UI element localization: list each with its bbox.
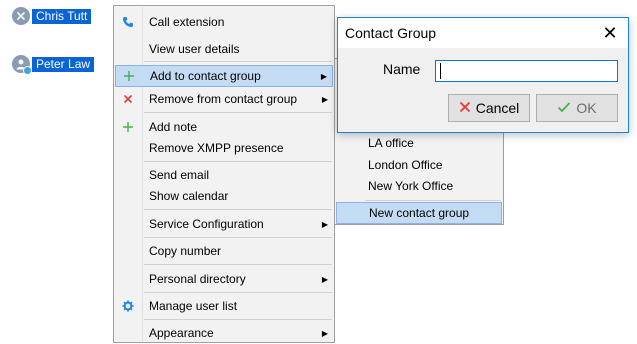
submenu-item-new-contact-group[interactable]: New contact group (336, 202, 502, 224)
menu-item-label: Service Configuration (149, 217, 264, 231)
menu-item-remove-xmpp-presence[interactable]: Remove XMPP presence (115, 137, 333, 159)
menu-item-add-to-contact-group[interactable]: Add to contact group ▶ (115, 65, 333, 87)
submenu-arrow-icon: ▶ (321, 328, 329, 338)
plus-icon (116, 65, 142, 87)
submenu-arrow-icon: ▶ (321, 219, 329, 229)
name-label: Name (383, 61, 421, 77)
user-name: Chris Tutt (32, 8, 92, 24)
menu-separator (144, 264, 332, 265)
text-caret (440, 63, 441, 79)
menu-item-add-note[interactable]: Add note (115, 116, 333, 138)
menu-item-label: Personal directory (149, 272, 246, 286)
menu-item-label: Appearance (149, 326, 214, 340)
phone-icon (115, 11, 141, 33)
close-icon[interactable]: ✕ (592, 18, 628, 48)
user-entry-chris-tutt[interactable]: Chris Tutt (12, 7, 92, 25)
x-icon (115, 88, 141, 110)
menu-separator (144, 237, 332, 238)
x-icon (459, 100, 471, 117)
avatar (12, 7, 30, 25)
menu-item-label: View user details (149, 42, 240, 56)
menu-separator (144, 161, 332, 162)
contact-group-dialog: Contact Group ✕ Name Cancel OK (337, 17, 629, 133)
checkmark-icon (557, 100, 571, 117)
gear-icon (115, 295, 141, 317)
user-entry-peter-law[interactable]: Peter Law (12, 55, 95, 75)
menu-item-label: Show calendar (149, 189, 229, 203)
close-icon (17, 12, 25, 20)
submenu-arrow-icon: ▶ (320, 71, 328, 81)
cancel-button[interactable]: Cancel (448, 94, 530, 122)
menu-separator (144, 112, 332, 113)
menu-separator (144, 319, 332, 320)
avatar (12, 55, 32, 75)
dialog-titlebar: Contact Group ✕ (338, 18, 628, 48)
menu-item-label: Add to contact group (150, 69, 261, 83)
dialog-title: Contact Group (345, 25, 437, 41)
menu-item-call-extension[interactable]: Call extension (115, 11, 333, 33)
submenu-separator (365, 200, 501, 201)
menu-item-appearance[interactable]: Appearance ▶ (115, 322, 333, 344)
menu-item-label: Copy number (149, 244, 222, 258)
menu-item-remove-from-contact-group[interactable]: Remove from contact group ▶ (115, 88, 333, 110)
menu-item-label: Send email (149, 168, 210, 182)
context-menu: Call extension View user details Add to … (113, 5, 335, 343)
submenu-item-label: London Office (368, 158, 443, 172)
menu-item-label: Add note (149, 120, 198, 134)
menu-item-label: Manage user list (149, 299, 238, 313)
submenu-item-label: LA office (368, 136, 414, 150)
menu-separator (144, 61, 332, 62)
submenu-item-label: New York Office (368, 179, 454, 193)
menu-item-label: Remove from contact group (149, 92, 298, 106)
menu-item-manage-user-list[interactable]: Manage user list (115, 295, 333, 317)
user-name: Peter Law (32, 56, 95, 72)
ok-button[interactable]: OK (536, 94, 618, 122)
menu-item-label: Remove XMPP presence (149, 141, 284, 155)
submenu-item-new-york-office[interactable]: New York Office (336, 175, 502, 197)
menu-item-label: Call extension (149, 15, 225, 29)
menu-item-send-email[interactable]: Send email (115, 164, 333, 186)
menu-item-copy-number[interactable]: Copy number (115, 240, 333, 262)
menu-item-service-configuration[interactable]: Service Configuration ▶ (115, 213, 333, 235)
plus-icon (115, 116, 141, 138)
submenu-arrow-icon: ▶ (321, 94, 329, 104)
submenu-item-london-office[interactable]: London Office (336, 154, 502, 176)
submenu-arrow-icon: ▶ (321, 274, 329, 284)
name-input[interactable] (435, 60, 618, 82)
submenu-item-label: New contact group (369, 206, 470, 220)
menu-item-view-user-details[interactable]: View user details (115, 38, 333, 60)
menu-separator (144, 209, 332, 210)
menu-item-personal-directory[interactable]: Personal directory ▶ (115, 268, 333, 290)
menu-separator (144, 292, 332, 293)
menu-item-show-calendar[interactable]: Show calendar (115, 185, 333, 207)
ok-button-label: OK (576, 100, 597, 116)
cancel-button-label: Cancel (475, 100, 520, 116)
presence-dot (23, 66, 32, 75)
submenu-item-la-office[interactable]: LA office (336, 132, 502, 154)
